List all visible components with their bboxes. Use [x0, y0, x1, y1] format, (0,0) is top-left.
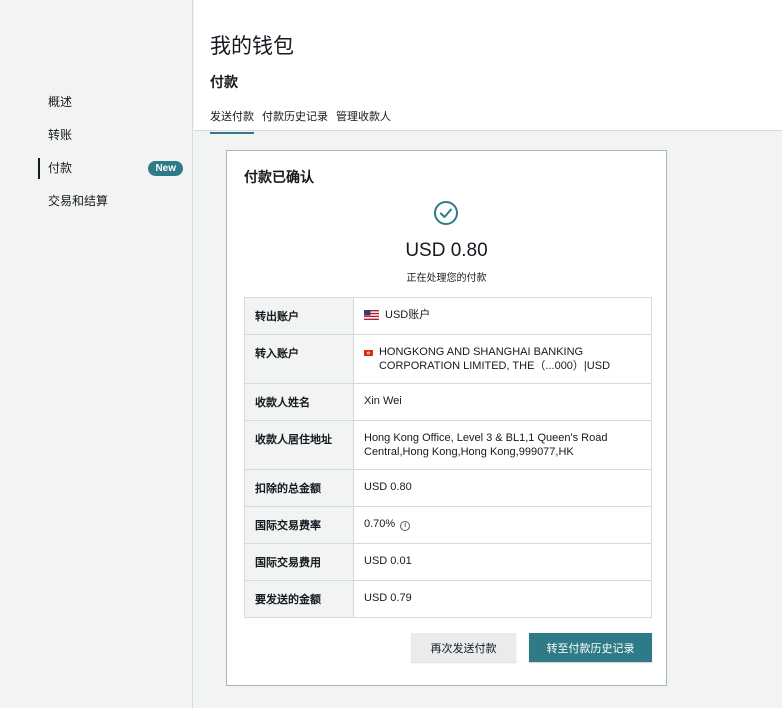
row-key: 转入账户: [244, 334, 354, 384]
send-again-button[interactable]: 再次发送付款: [411, 633, 516, 662]
row-value: HONGKONG AND SHANGHAI BANKING CORPORATIO…: [353, 334, 652, 384]
info-icon[interactable]: i: [400, 521, 411, 531]
payee-address-value: Hong Kong Office, Level 3 & BL1,1 Queen'…: [353, 420, 652, 470]
row-key: 转出账户: [244, 297, 354, 335]
sidebar-item-transfer[interactable]: 转账: [0, 119, 193, 152]
confirmation-card: 付款已确认 USD 0.80 正在处理您的付款 转出账户 USD账户 转入账户: [226, 150, 667, 686]
tab-payment-history[interactable]: 付款历史记录: [262, 108, 328, 128]
row-key: 收款人姓名: [244, 383, 354, 421]
page-title: 我的钱包: [210, 35, 294, 58]
table-row: 转入账户 HONGKONG AND SHANGHAI BANKING CORPO…: [244, 334, 652, 384]
payment-amount: USD 0.80: [405, 240, 488, 261]
card-title: 付款已确认: [244, 169, 314, 185]
send-amount-value: USD 0.79: [353, 580, 652, 618]
page-header: 我的钱包 付款 发送付款 付款历史记录 管理收款人: [194, 0, 782, 134]
tab-manage-payees[interactable]: 管理收款人: [336, 108, 391, 128]
table-row: 国际交易费率 0.70% i: [244, 506, 652, 544]
sidebar-item-transactions[interactable]: 交易和结算: [0, 185, 193, 218]
sidebar-item-overview[interactable]: 概述: [0, 86, 193, 119]
tab-bar: 发送付款 付款历史记录 管理收款人: [210, 108, 399, 134]
sidebar-nav: 概述 转账 付款 New 交易和结算: [0, 86, 193, 218]
table-row: 转出账户 USD账户: [244, 297, 652, 335]
sidebar-item-payments[interactable]: 付款 New: [0, 152, 193, 185]
section-title: 付款: [210, 74, 238, 90]
total-deducted-value: USD 0.80: [353, 469, 652, 507]
row-key: 国际交易费用: [244, 543, 354, 581]
hk-flag-icon: [364, 350, 373, 356]
go-to-history-button[interactable]: 转至付款历史记录: [529, 633, 652, 662]
row-key: 要发送的金额: [244, 580, 354, 618]
us-flag-icon: [364, 310, 379, 320]
row-value: 0.70% i: [353, 506, 652, 544]
fee-rate-value: 0.70%: [364, 518, 396, 530]
new-badge: New: [148, 161, 183, 176]
sidebar: 概述 转账 付款 New 交易和结算: [0, 0, 193, 708]
row-key: 国际交易费率: [244, 506, 354, 544]
table-row: 收款人姓名 Xin Wei: [244, 383, 652, 421]
check-circle-icon: [434, 201, 458, 225]
payee-name-value: Xin Wei: [353, 383, 652, 421]
sidebar-item-label: 付款: [48, 161, 73, 175]
tab-send-payment[interactable]: 发送付款: [210, 108, 254, 134]
source-account-value: USD账户: [385, 309, 431, 321]
payment-status: 正在处理您的付款: [406, 273, 487, 284]
table-row: 国际交易费用 USD 0.01: [244, 543, 652, 581]
sidebar-item-label: 概述: [48, 95, 73, 109]
destination-account-value: HONGKONG AND SHANGHAI BANKING CORPORATIO…: [378, 346, 611, 372]
table-row: 扣除的总金额 USD 0.80: [244, 469, 652, 507]
fee-value: USD 0.01: [353, 543, 652, 581]
sidebar-item-label: 交易和结算: [48, 194, 109, 208]
table-row: 收款人居住地址 Hong Kong Office, Level 3 & BL1,…: [244, 420, 652, 470]
payment-details-table: 转出账户 USD账户 转入账户 HONGKONG AND SHANGHAI BA…: [244, 297, 652, 618]
table-row: 要发送的金额 USD 0.79: [244, 580, 652, 618]
row-key: 收款人居住地址: [244, 420, 354, 470]
sidebar-item-label: 转账: [48, 128, 73, 142]
row-value: USD账户: [353, 297, 652, 335]
row-key: 扣除的总金额: [244, 469, 354, 507]
